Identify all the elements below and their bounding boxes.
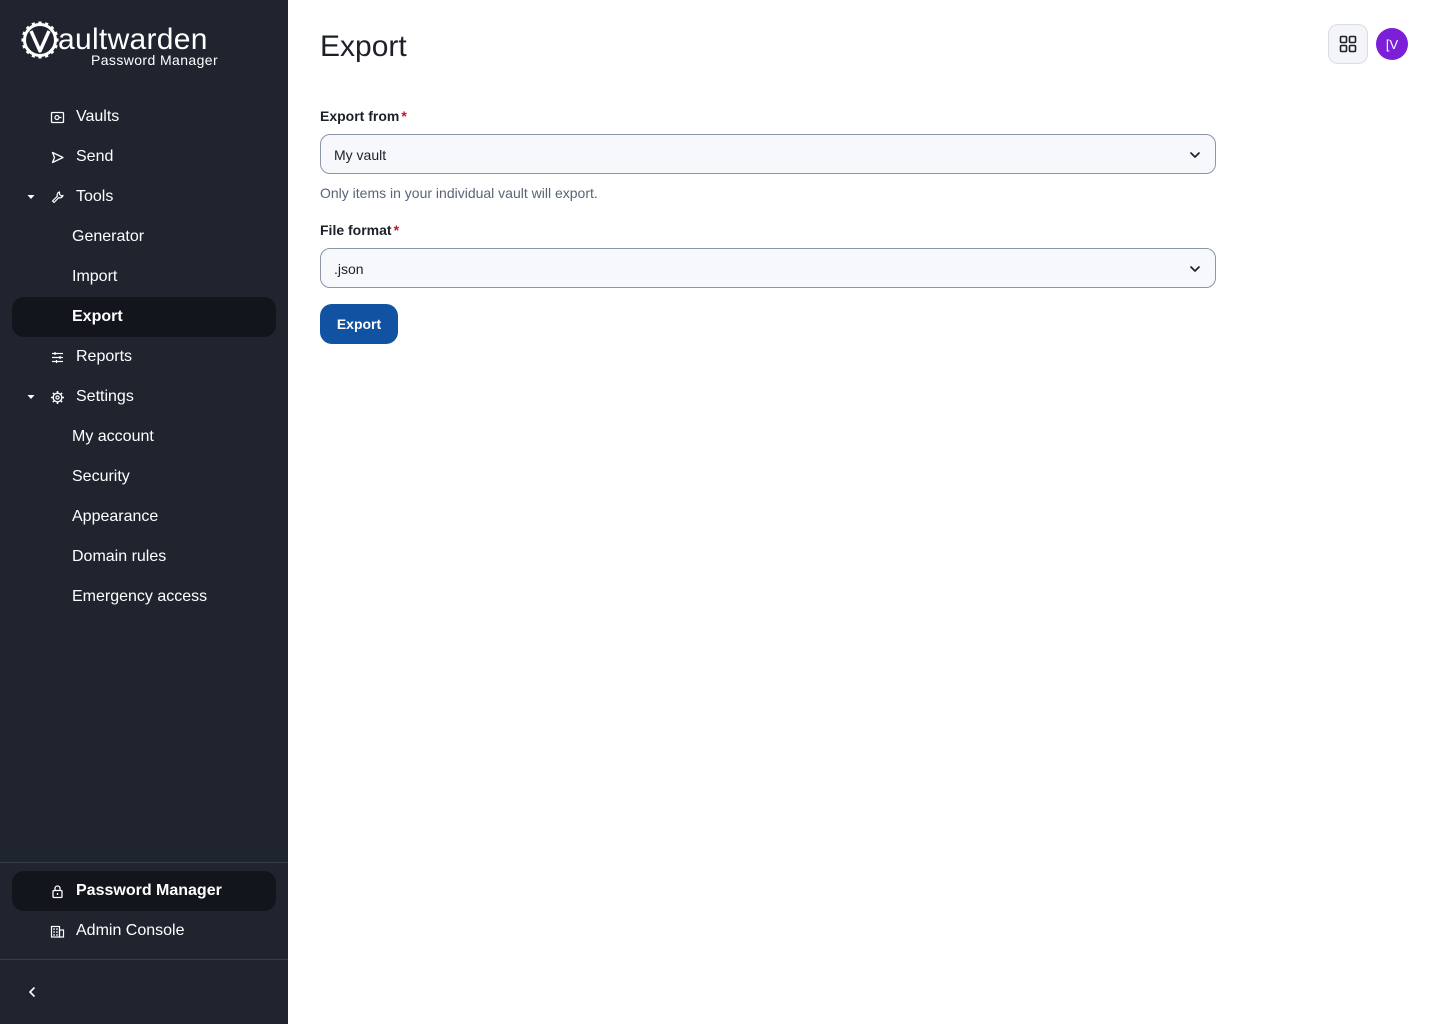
vault-icon xyxy=(50,111,65,124)
product-switcher-button[interactable] xyxy=(1328,24,1368,64)
export-from-value: My vault xyxy=(334,147,387,163)
sidebar-item-emergency-access[interactable]: Emergency access xyxy=(12,577,276,617)
main-navigation: Vaults Send Tools Generator Import Expor… xyxy=(12,97,276,617)
product-switcher: Password Manager Admin Console xyxy=(12,871,276,951)
export-from-label: Export from * xyxy=(320,108,407,124)
collapse-sidebar-button[interactable] xyxy=(18,978,46,1006)
export-button[interactable]: Export xyxy=(320,304,398,344)
brand-subtitle: Password Manager xyxy=(91,52,219,68)
sidebar-item-send[interactable]: Send xyxy=(12,137,276,177)
sidebar-item-label: Export xyxy=(72,308,123,325)
send-icon xyxy=(51,151,64,164)
sidebar-item-import[interactable]: Import xyxy=(12,257,276,297)
sidebar-item-settings[interactable]: Settings xyxy=(12,377,276,417)
file-format-select[interactable]: .json xyxy=(320,248,1216,288)
gear-logo-icon xyxy=(21,21,59,59)
product-label: Password Manager xyxy=(76,882,222,899)
sidebar-item-vaults[interactable]: Vaults xyxy=(12,97,276,137)
sidebar-item-label: Generator xyxy=(72,228,145,245)
file-format-value: .json xyxy=(334,261,364,277)
sidebar-item-label: Domain rules xyxy=(72,548,167,565)
product-password-manager[interactable]: Password Manager xyxy=(12,871,276,911)
chevron-down-icon xyxy=(1190,152,1200,158)
sidebar-item-tools[interactable]: Tools xyxy=(12,177,276,217)
sidebar-item-label: Appearance xyxy=(72,508,159,525)
page-title: Export xyxy=(320,30,407,63)
sliders-icon xyxy=(52,352,63,363)
sidebar-item-reports[interactable]: Reports xyxy=(12,337,276,377)
sidebar-item-label: Reports xyxy=(76,348,133,365)
sidebar-item-label: Emergency access xyxy=(72,588,208,605)
building-icon xyxy=(50,925,65,938)
product-admin-console[interactable]: Admin Console xyxy=(12,911,276,951)
caret-down-icon[interactable] xyxy=(26,392,36,402)
sidebar-item-label: Security xyxy=(72,468,130,485)
sidebar-item-generator[interactable]: Generator xyxy=(12,217,276,257)
sidebar-item-security[interactable]: Security xyxy=(12,457,276,497)
chevron-left-icon xyxy=(29,987,35,997)
sidebar-divider xyxy=(0,862,288,863)
gear-icon xyxy=(51,391,64,404)
sidebar-item-domain-rules[interactable]: Domain rules xyxy=(12,537,276,577)
sidebar-item-label: Send xyxy=(76,148,114,165)
sidebar-item-label: Vaults xyxy=(76,108,120,125)
sidebar-divider xyxy=(0,959,288,960)
sidebar-item-label: Settings xyxy=(76,388,134,405)
sidebar-item-label: Import xyxy=(72,268,118,285)
caret-down-icon[interactable] xyxy=(26,192,36,202)
sidebar-item-export[interactable]: Export xyxy=(12,297,276,337)
grid-icon xyxy=(1339,35,1357,53)
chevron-down-icon xyxy=(1190,266,1200,272)
required-marker: * xyxy=(393,222,400,238)
sidebar-item-my-account[interactable]: My account xyxy=(12,417,276,457)
sidebar-item-appearance[interactable]: Appearance xyxy=(12,497,276,537)
lock-icon xyxy=(52,885,63,899)
sidebar: Vaultwarden Password Manager Vaults Send… xyxy=(0,0,288,1024)
file-format-label: File format * xyxy=(320,222,400,238)
export-from-hint: Only items in your individual vault will… xyxy=(320,185,598,201)
required-marker: * xyxy=(401,108,407,124)
sidebar-item-label: Tools xyxy=(76,188,114,205)
product-label: Admin Console xyxy=(76,922,185,939)
avatar[interactable]: [V xyxy=(1376,28,1408,60)
export-from-select[interactable]: My vault xyxy=(320,134,1216,174)
sidebar-item-label: My account xyxy=(72,428,154,445)
vaultwarden-logo[interactable]: Vaultwarden Password Manager xyxy=(20,20,230,70)
wrench-icon xyxy=(51,191,64,204)
